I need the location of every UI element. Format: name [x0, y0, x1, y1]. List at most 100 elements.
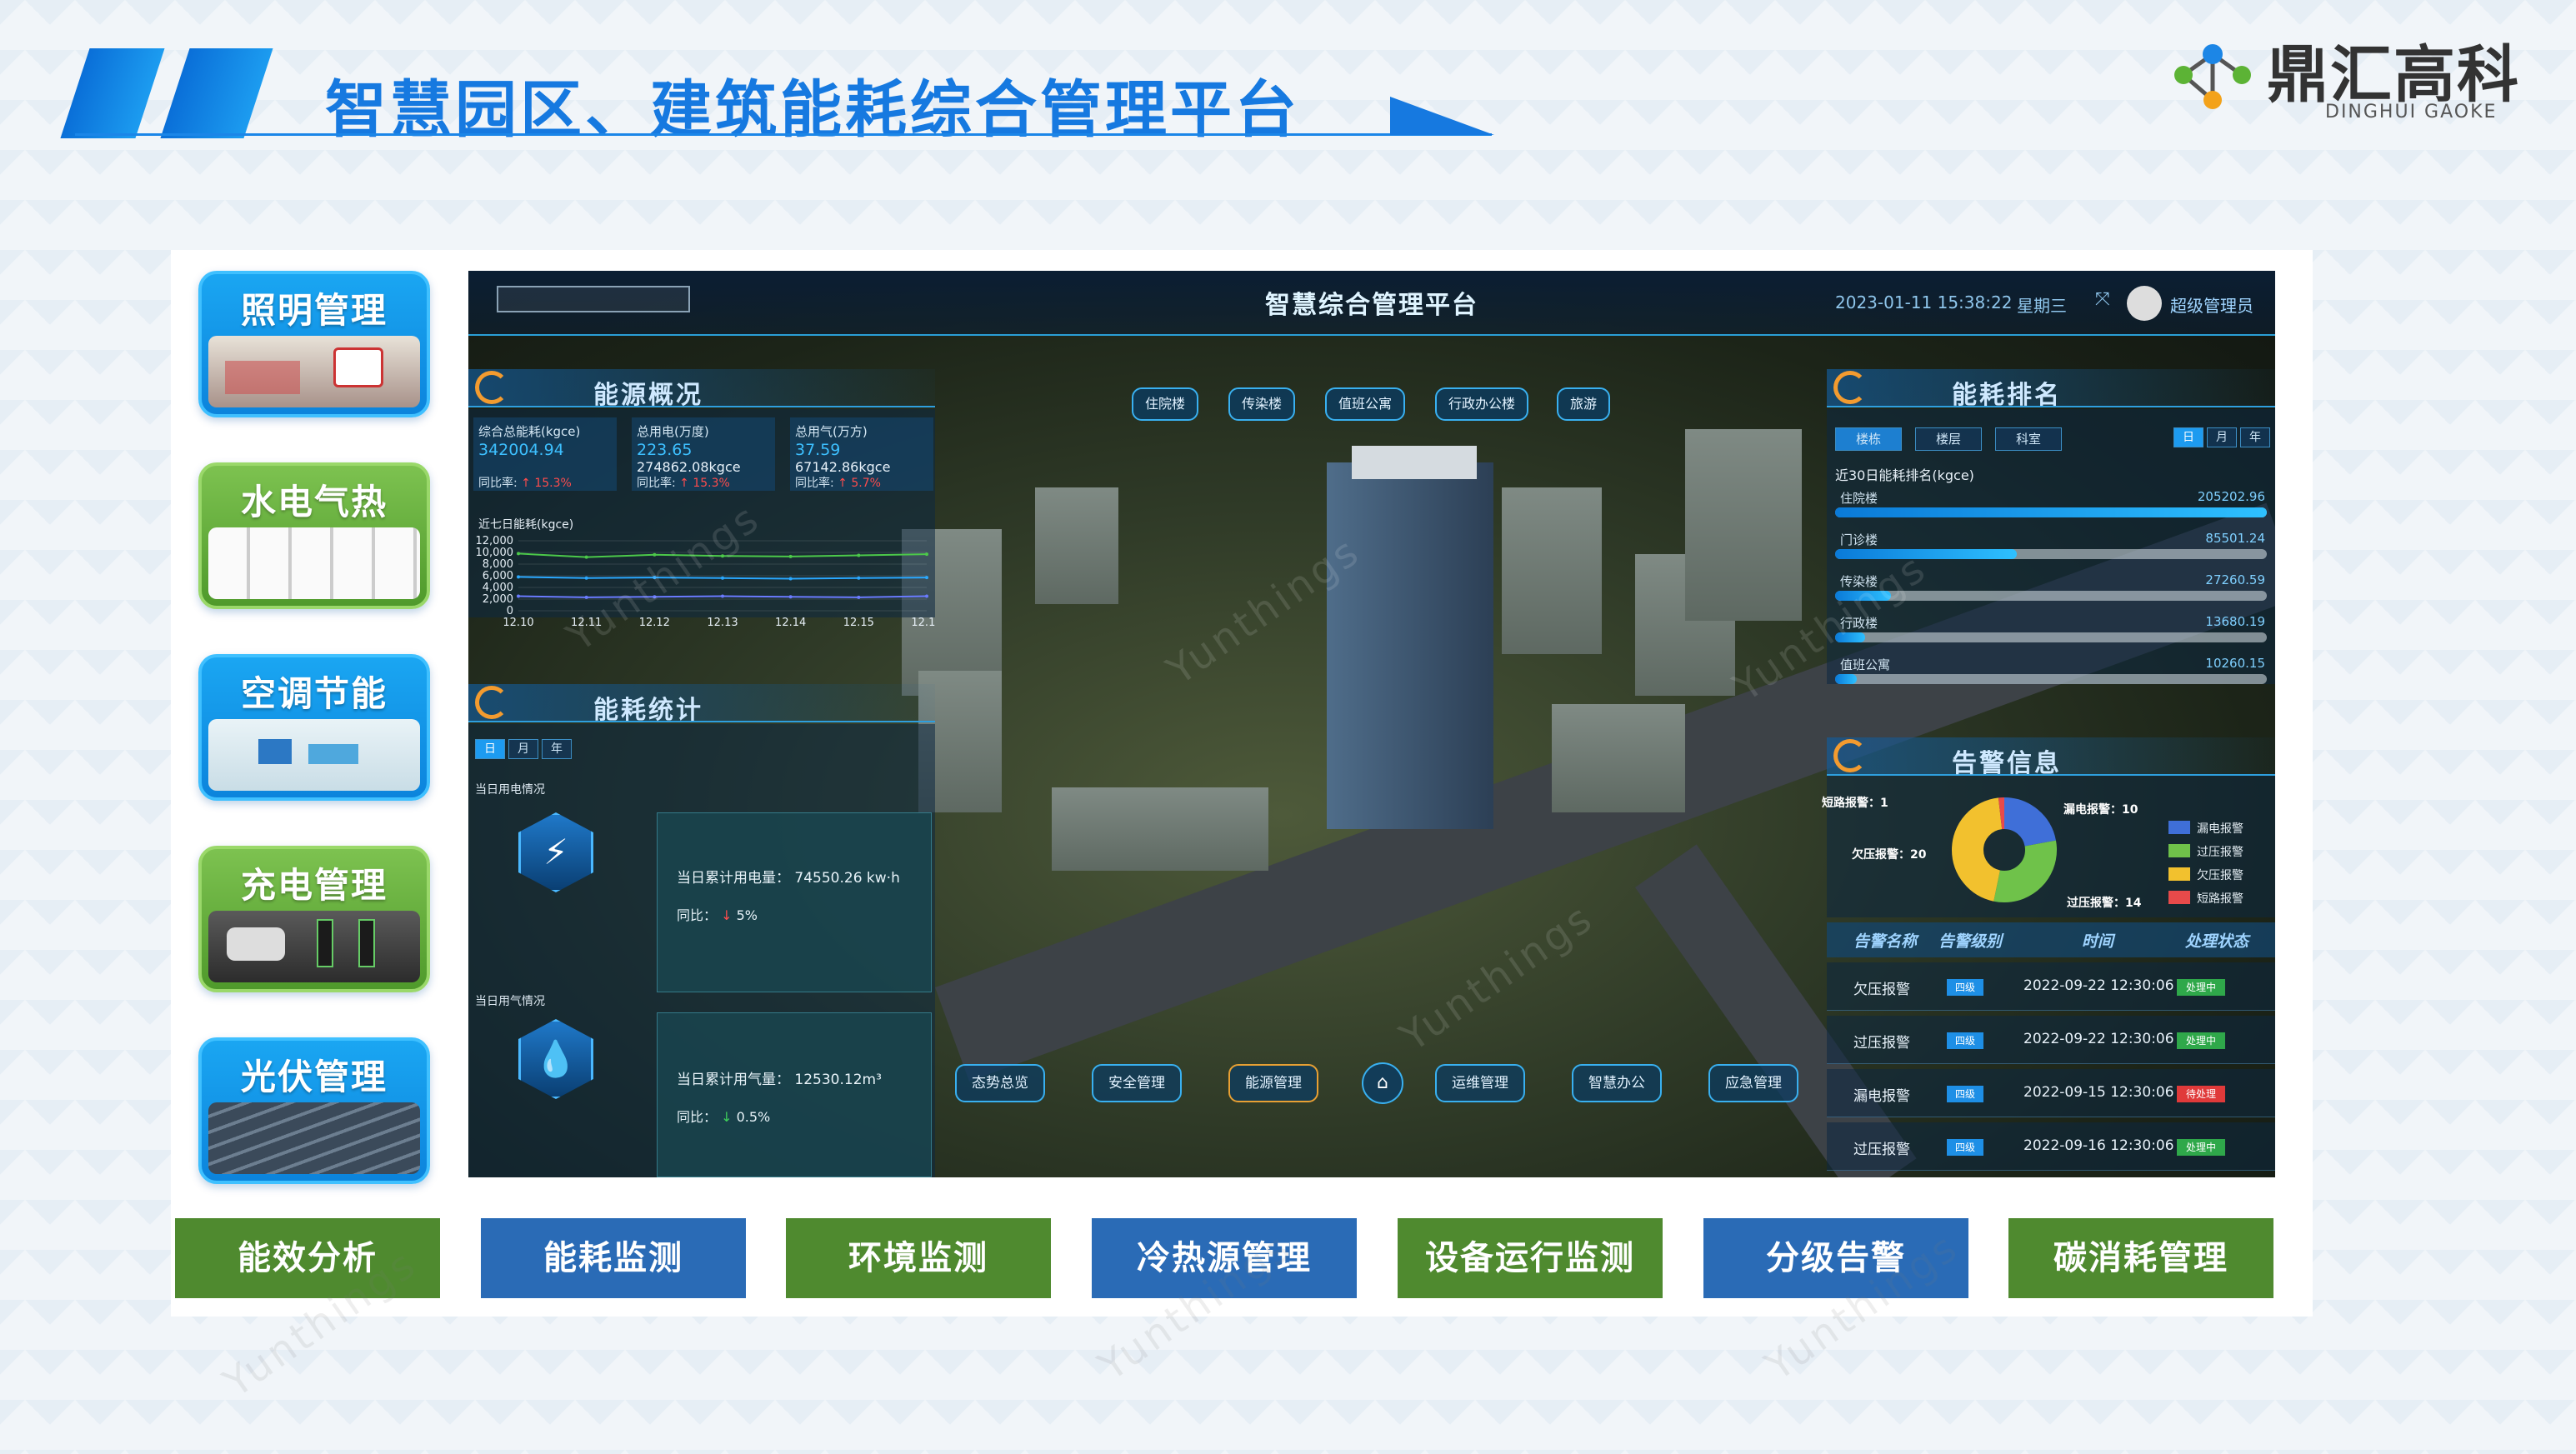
header-underline: [75, 133, 1492, 136]
alarm-status-badge: 处理中: [2177, 1139, 2225, 1156]
expand-icon[interactable]: ⤧: [2095, 289, 2110, 310]
series-point: [925, 594, 928, 598]
alarm-time: 2022-09-22 12:30:06: [2023, 977, 2174, 994]
nav-safety[interactable]: 安全管理: [1092, 1064, 1182, 1102]
ranking-header: 能耗排名: [1827, 369, 2275, 410]
rank-period-month[interactable]: 月: [2207, 427, 2237, 447]
series-point: [721, 594, 724, 598]
building-block: [1685, 429, 1802, 621]
main-tower: [1327, 462, 1493, 829]
series-point: [517, 594, 520, 598]
series-point: [857, 553, 861, 557]
gas-total: 当日累计用气量： 12530.12m³: [677, 1072, 882, 1088]
tab-year[interactable]: 年: [542, 739, 572, 759]
admin-name[interactable]: 超级管理员: [2170, 292, 2253, 317]
overview-header: 能源概况: [468, 369, 935, 410]
y-tick-label: 12,000: [476, 536, 514, 547]
nav-overview[interactable]: 态势总览: [955, 1064, 1045, 1102]
logo-subtext: DINGHUI GAOKE: [2325, 102, 2498, 122]
rank-tab-department[interactable]: 科室: [1995, 427, 2062, 451]
map-tag-admin[interactable]: 行政办公楼: [1435, 387, 1529, 421]
rank-tab-building[interactable]: 楼栋: [1835, 427, 1902, 451]
btn-energy-monitoring[interactable]: 能耗监测: [481, 1218, 746, 1298]
overview-heading: 能源概况: [593, 381, 703, 410]
rank-item-value: 27260.59: [2205, 572, 2265, 587]
hvac-unit-shape: [308, 744, 358, 764]
panel-ring-icon: [475, 686, 508, 719]
elec-box: [657, 812, 932, 992]
car-shape: [227, 927, 285, 961]
rank-period-year[interactable]: 年: [2240, 427, 2270, 447]
alarm-name: 过压报警: [1853, 1142, 1910, 1158]
x-tick-label: 12.15: [843, 617, 874, 629]
col-alarm-time: 时间: [2082, 932, 2114, 951]
building-block: [1502, 487, 1602, 654]
logo-molecule-icon: [2174, 44, 2251, 109]
alarm-row[interactable]: 过压报警 四级 2022-09-22 12:30:06 处理中: [1827, 1016, 2275, 1064]
panel-ring-icon: [1833, 739, 1867, 772]
tab-day[interactable]: 日: [475, 739, 505, 759]
avatar[interactable]: [2127, 286, 2162, 321]
building-block: [1052, 787, 1268, 871]
rank-bar-track: [1835, 674, 2267, 684]
nav-operations[interactable]: 运维管理: [1435, 1064, 1525, 1102]
home-logo-icon[interactable]: ⌂: [1362, 1062, 1403, 1104]
alarm-status-badge: 待处理: [2177, 1086, 2225, 1102]
alarm-row[interactable]: 漏电报警 四级 2022-09-15 12:30:06 待处理: [1827, 1069, 2275, 1117]
series-point: [788, 577, 793, 581]
alarm-row[interactable]: 欠压报警 四级 2022-09-22 12:30:06 处理中: [1827, 962, 2275, 1011]
lighting-room-image: [208, 336, 420, 407]
x-tick-label: 12.10: [503, 617, 533, 629]
alarm-status-badge: 处理中: [2177, 979, 2225, 996]
stat-yoy-value: ↑ 5.7%: [838, 477, 881, 490]
rank-tab-floor[interactable]: 楼层: [1915, 427, 1982, 451]
map-tag-apartment[interactable]: 值班公寓: [1325, 387, 1406, 421]
stat-value: 37.59: [795, 441, 841, 459]
rank-bar-fill: [1835, 549, 2017, 559]
alarm-level-badge: 四级: [1947, 1139, 1983, 1156]
hvac-unit-shape: [258, 739, 292, 764]
rank-bar-fill: [1835, 507, 2267, 517]
tab-month[interactable]: 月: [508, 739, 538, 759]
alarm-level-badge: 四级: [1947, 979, 1983, 996]
pie-label-leakage: 漏电报警：10: [2063, 803, 2138, 817]
dashboard-weekday: 星期三: [2017, 296, 2067, 316]
map-tag-tour[interactable]: 旅游: [1557, 387, 1611, 421]
alarm-row[interactable]: 过压报警 四级 2022-09-16 12:30:06 处理中: [1827, 1122, 2275, 1171]
header-stripes: [60, 48, 275, 138]
col-alarm-status: 处理状态: [2185, 932, 2249, 951]
stat-label: 总用气(万方): [795, 424, 868, 439]
nav-energy[interactable]: 能源管理: [1228, 1064, 1318, 1102]
alarm-pie-chart: [1952, 797, 2057, 902]
y-tick-label: 10,000: [476, 547, 514, 559]
rank-item-name: 住院楼: [1840, 491, 1878, 506]
btn-equipment-monitoring[interactable]: 设备运行监测: [1398, 1218, 1663, 1298]
alarm-name: 漏电报警: [1853, 1088, 1910, 1105]
nav-office[interactable]: 智慧办公: [1572, 1064, 1662, 1102]
y-tick-label: 4,000: [483, 582, 513, 594]
rank-period-day[interactable]: 日: [2173, 427, 2203, 447]
legend-swatch: [2168, 867, 2190, 881]
col-alarm-name: 告警名称: [1853, 932, 1918, 951]
feature-tile-utilities[interactable]: 水电气热: [198, 462, 430, 609]
map-tag-inpatient[interactable]: 住院楼: [1132, 387, 1199, 421]
rank-bar-track: [1835, 632, 2267, 642]
x-tick-label: 12.13: [707, 617, 738, 629]
alarm-status-badge: 处理中: [2177, 1032, 2225, 1049]
feature-tile-lighting[interactable]: 照明管理: [198, 271, 430, 417]
nav-emergency[interactable]: 应急管理: [1708, 1064, 1798, 1102]
company-logo: 鼎汇高科 DINGHUI GAOKE: [2158, 25, 2542, 125]
bed-shape: [225, 361, 300, 394]
map-tag-infectious[interactable]: 传染楼: [1228, 387, 1296, 421]
btn-carbon-management[interactable]: 碳消耗管理: [2008, 1218, 2273, 1298]
header-arrow: [1390, 97, 1494, 135]
down-arrow-icon: ↓: [721, 1109, 733, 1125]
legend-swatch: [2168, 844, 2190, 857]
charger-shape: [317, 919, 333, 967]
btn-environment-monitoring[interactable]: 环境监测: [786, 1218, 1051, 1298]
feature-tile-photovoltaic[interactable]: 光伏管理: [198, 1037, 430, 1184]
feature-tile-charging[interactable]: 充电管理: [198, 846, 430, 992]
rank-bar-fill: [1835, 674, 1857, 684]
legend-label: 漏电报警: [2197, 822, 2243, 836]
feature-tile-hvac[interactable]: 空调节能: [198, 654, 430, 801]
